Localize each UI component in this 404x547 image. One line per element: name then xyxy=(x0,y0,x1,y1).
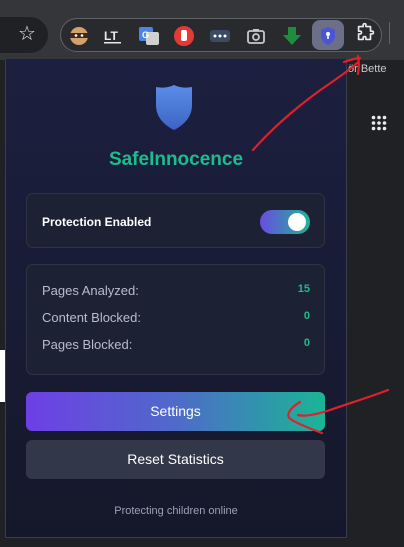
protection-toggle[interactable] xyxy=(260,210,310,234)
shield-logo-icon xyxy=(156,85,192,130)
footer-tagline: Protecting children online xyxy=(114,505,238,517)
stat-label: Pages Analyzed: xyxy=(42,283,139,298)
bookmark-star-icon[interactable]: ☆ xyxy=(15,22,39,46)
brand-title: SafeInnocence xyxy=(108,149,244,170)
extension-camera-icon[interactable] xyxy=(244,24,268,48)
statistics-card: Pages Analyzed: 15 Content Blocked: 0 Pa… xyxy=(26,264,325,375)
protection-card: Protection Enabled xyxy=(26,193,325,248)
extensions-puzzle-icon[interactable] xyxy=(354,22,376,44)
stat-label: Content Blocked: xyxy=(42,310,142,325)
stat-label: Pages Blocked: xyxy=(42,337,133,352)
settings-button[interactable]: Settings xyxy=(26,392,325,431)
stat-value: 0 xyxy=(303,310,310,322)
protection-label: Protection Enabled xyxy=(42,215,152,229)
stat-value: 15 xyxy=(297,283,310,295)
browser-toolbar: ☆ LT G xyxy=(0,0,404,60)
extension-green-down-arrow-icon[interactable] xyxy=(280,24,304,48)
toolbar-divider xyxy=(389,22,390,44)
extension-translate-icon[interactable]: G xyxy=(137,24,161,48)
extension-lt-icon[interactable]: LT xyxy=(101,24,125,48)
stat-row-content-blocked: Content Blocked: 0 xyxy=(42,310,310,328)
extension-safeinnocence-shield-icon[interactable] xyxy=(316,24,340,48)
apps-grid-icon[interactable] xyxy=(371,115,387,131)
toggle-knob xyxy=(288,213,306,231)
svg-text:G: G xyxy=(142,30,149,40)
extension-stop-hand-icon[interactable] xyxy=(172,24,196,48)
browser-window: ☆ LT G ör Bette SafeInnocence Protection… xyxy=(0,0,404,547)
svg-text:LT: LT xyxy=(104,29,118,43)
stat-value: 0 xyxy=(303,337,310,349)
extension-popup: SafeInnocence Protection Enabled Pages A… xyxy=(5,59,347,538)
bookmark-item[interactable]: ör Bette xyxy=(348,63,387,75)
extension-dots-icon[interactable] xyxy=(208,24,232,48)
stat-row-pages-analyzed: Pages Analyzed: 15 xyxy=(42,283,310,301)
extensions-bar: LT G xyxy=(60,18,382,52)
stat-row-pages-blocked: Pages Blocked: 0 xyxy=(42,337,310,355)
extension-ninja-icon[interactable] xyxy=(67,24,91,48)
reset-statistics-button[interactable]: Reset Statistics xyxy=(26,440,325,479)
